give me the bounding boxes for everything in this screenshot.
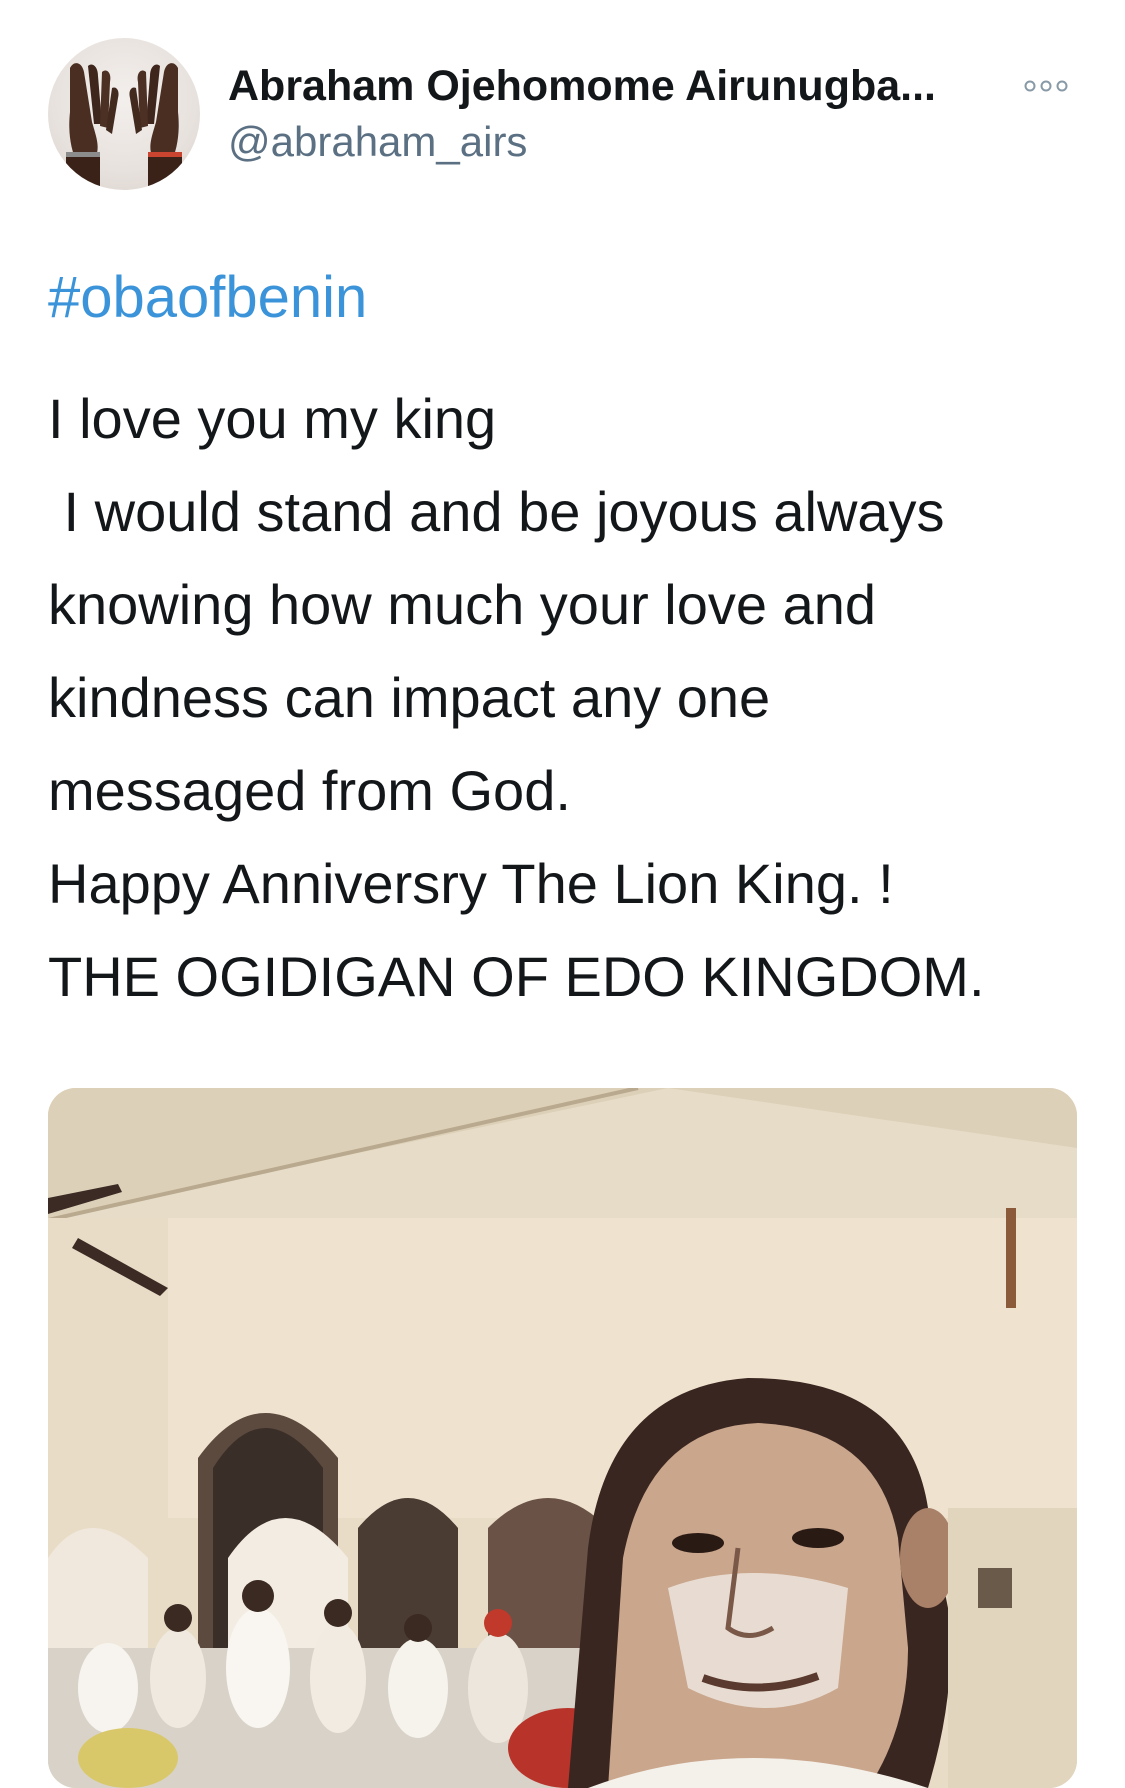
tweet-photo[interactable] (48, 1088, 1077, 1788)
author-avatar[interactable] (48, 38, 200, 190)
avatar-hands-photo (66, 63, 182, 186)
author-display-name[interactable]: Abraham Ojehomome Airunugba... (228, 62, 936, 111)
tweet-text-line: knowing how much your love and (48, 573, 877, 636)
tweet-text-line: messaged from God. (48, 759, 571, 822)
tweet-text-line: kindness can impact any one (48, 666, 771, 729)
tweet-text-line: I love you my king (48, 387, 497, 450)
tweet-text-line: I would stand and be joyous always (48, 480, 945, 543)
selfie-palace-photo (48, 1088, 1077, 1788)
more-horizontal-icon (1024, 80, 1068, 92)
tweet-text-line: THE OGIDIGAN OF EDO KINGDOM. (48, 945, 985, 1008)
hashtag-link[interactable]: #obaofbenin (48, 264, 367, 331)
more-options-button[interactable] (1016, 68, 1076, 104)
tweet-text: I love you my king I would stand and be … (48, 372, 1088, 1023)
tweet-text-line: Happy Anniversry The Lion King. ! (48, 852, 894, 915)
tweet: Abraham Ojehomome Airunugba... @abraham_… (0, 0, 1125, 1788)
author-handle[interactable]: @abraham_airs (228, 118, 527, 166)
